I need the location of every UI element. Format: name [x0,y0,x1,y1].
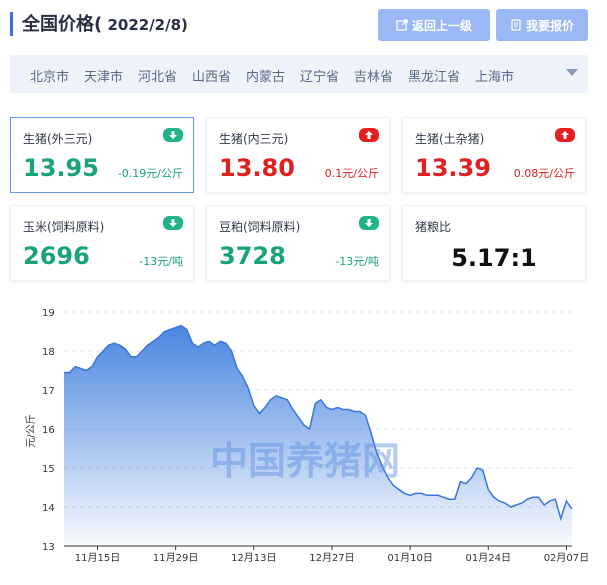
page-title-main: 全国价格( [22,14,103,35]
y-tick-label: 13 [42,542,55,553]
back-button-label: 返回上一级 [411,18,472,33]
arrow-down-icon [163,128,183,142]
price-card-pig-grain-ratio[interactable]: 猪粮比 5.17:1 [402,205,586,281]
region-tab[interactable]: 上海市 [475,66,514,85]
price-chart-svg: 13 14 15 16 17 18 19 元/公斤 11月15日 11月29日 12月13日 12月2… [25,308,589,564]
watermark-text: 中国养猪网 [210,439,400,483]
y-tick-label: 16 [42,425,55,436]
card-change-value: 0.1元/公斤 [324,167,379,180]
region-tab[interactable]: 黑龙江省 [408,66,460,85]
x-tick-label: 01月24日 [466,552,511,564]
header: 全国价格( 2022/2/8) 返回上一级 我要报价 [0,0,607,52]
region-tab[interactable]: 内蒙古 [246,66,285,85]
price-chart: 13 14 15 16 17 18 19 元/公斤 11月15日 11月29日 12月13日 12月2… [0,296,607,581]
x-tick-label: 12月27日 [309,552,354,564]
y-tick-label: 17 [42,386,55,397]
card-change-value: -0.19元/公斤 [117,167,183,180]
card-change: -13元/吨 [335,253,379,269]
back-button[interactable]: 返回上一级 [378,9,490,41]
external-link-icon [396,19,408,31]
report-button-label: 我要报价 [525,18,574,33]
card-name: 豆粕(饲料原料) [219,220,301,234]
price-card-pig-crossbred[interactable]: 生猪(土杂猪) 13.39 0.08元/公斤 [402,117,586,193]
card-name: 猪粮比 [415,220,452,234]
price-card-soybean-meal[interactable]: 豆粕(饲料原料) 3728 -13元/吨 [206,205,390,281]
card-change: -13元/吨 [139,253,183,269]
region-tab[interactable]: 辽宁省 [300,66,339,85]
region-tabs: 北京市 天津市 河北省 山西省 内蒙古 辽宁省 吉林省 黑龙江省 上海市 [10,55,588,93]
card-change-value: -13元/吨 [139,255,183,268]
region-tab[interactable]: 河北省 [138,66,177,85]
card-change-value: -13元/吨 [335,255,379,268]
page-title-date: 2022/2/8) [102,16,188,34]
card-name: 生猪(外三元) [23,132,93,146]
y-axis-label: 元/公斤 [25,414,37,447]
card-price: 13.95 [23,154,99,182]
y-tick-label: 15 [42,464,55,475]
price-card-pig-foreign-three-way[interactable]: 生猪(外三元) 13.95 -0.19元/公斤 [10,117,194,193]
price-card-corn[interactable]: 玉米(饲料原料) 2696 -13元/吨 [10,205,194,281]
expand-regions-icon[interactable] [566,69,578,76]
series-area [64,325,572,546]
card-price: 13.39 [415,154,491,182]
card-ratio-value: 5.17:1 [451,244,537,272]
x-tick-label: 01月10日 [387,552,432,564]
card-change: 0.08元/公斤 [514,165,575,181]
region-tab[interactable]: 天津市 [84,66,123,85]
document-icon [511,19,521,31]
x-tick-label: 11月29日 [153,552,198,564]
card-price: 13.80 [219,154,295,182]
region-tab[interactable]: 北京市 [30,66,69,85]
card-name: 生猪(内三元) [219,132,289,146]
report-price-button[interactable]: 我要报价 [496,9,588,41]
region-tab[interactable]: 吉林省 [354,66,393,85]
arrow-up-icon [359,128,379,142]
card-price: 3728 [219,242,286,270]
title-accent-bar [10,12,13,36]
card-change: 0.1元/公斤 [325,165,379,181]
card-name: 玉米(饲料原料) [23,220,105,234]
x-tick-label: 12月13日 [231,552,276,564]
arrow-up-icon [555,128,575,142]
page-title: 全国价格( 2022/2/8) [22,10,188,36]
arrow-down-icon [163,216,183,230]
y-tick-label: 14 [42,503,55,514]
y-tick-label: 18 [42,347,55,358]
x-tick-label: 11月15日 [75,552,120,564]
card-price: 2696 [23,242,90,270]
card-change: -0.19元/公斤 [118,165,183,181]
arrow-down-icon [359,216,379,230]
y-tick-label: 19 [42,308,55,319]
x-tick-label: 02月07日 [544,552,589,564]
card-name: 生猪(土杂猪) [415,132,485,146]
price-card-pig-domestic-three-way[interactable]: 生猪(内三元) 13.80 0.1元/公斤 [206,117,390,193]
region-tab[interactable]: 山西省 [192,66,231,85]
card-change-value: 0.08元/公斤 [513,167,575,180]
